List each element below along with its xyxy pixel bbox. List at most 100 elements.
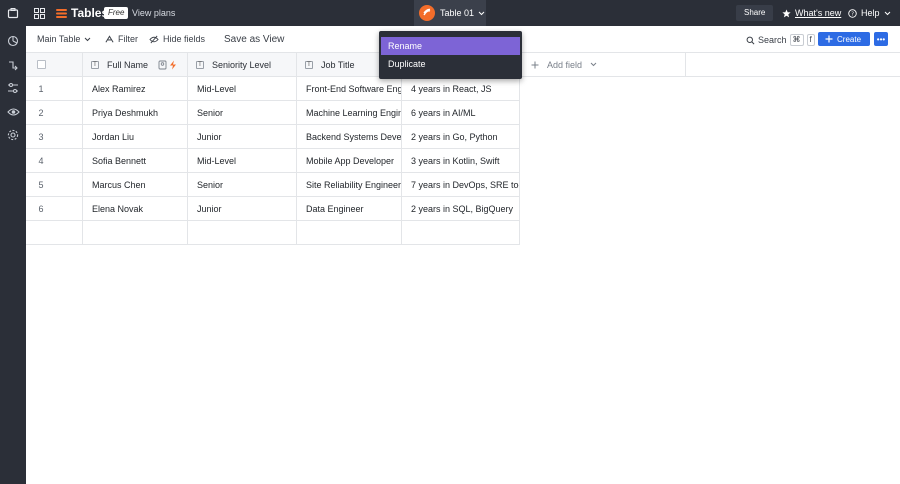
cell-experience[interactable]: 7 years in DevOps, SRE tools [402, 173, 520, 197]
cell-job-title[interactable]: Mobile App Developer [297, 149, 402, 173]
row-number-cell[interactable]: 1 [26, 77, 83, 101]
table-name: Table 01 [440, 8, 475, 18]
cell-experience[interactable]: 4 years in React, JS [402, 77, 520, 101]
help-circle-icon: ? [848, 8, 857, 18]
help-menu[interactable]: ? Help [848, 8, 891, 18]
save-as-view-button[interactable]: Save as View [224, 34, 284, 45]
select-all-checkbox[interactable] [37, 60, 46, 69]
filter-icon [105, 34, 114, 42]
cell-full-name[interactable]: Elena Novak [83, 197, 188, 221]
rename-menu-item[interactable]: Rename [381, 37, 520, 55]
data-grid: T Full Name T Seniority Level T Job Titl… [26, 53, 900, 484]
table-logo-icon [419, 5, 435, 21]
dashboard-icon[interactable] [4, 32, 22, 50]
row-number: 1 [38, 83, 44, 94]
row-number: 5 [38, 179, 44, 190]
cell-full-name[interactable] [83, 221, 188, 245]
row-number: 4 [38, 155, 44, 166]
row-number-cell[interactable]: 2 [26, 101, 83, 125]
settings-gear-icon[interactable] [4, 126, 22, 144]
create-label: Create [837, 34, 862, 44]
shortcut-key: f [806, 34, 815, 46]
view-name: Main Table [37, 34, 81, 44]
column-header-seniority-level[interactable]: T Seniority Level [188, 53, 297, 77]
cell-full-name[interactable]: Marcus Chen [83, 173, 188, 197]
cell-experience[interactable]: 2 years in SQL, BigQuery [402, 197, 520, 221]
top-bar: Tables Free View plans Table 01 Share Wh… [0, 0, 900, 26]
sliders-icon[interactable] [4, 79, 22, 97]
text-field-icon: T [91, 60, 99, 69]
row-number: 2 [38, 107, 44, 118]
table-switcher[interactable]: Table 01 [414, 0, 486, 26]
search-label: Search [758, 35, 787, 45]
cell-seniority-level[interactable]: Mid-Level [188, 77, 297, 101]
view-selector[interactable]: Main Table [37, 34, 91, 44]
bolt-icon [170, 60, 177, 69]
empty-header-area [686, 53, 900, 77]
select-all-header [26, 53, 83, 77]
cell-full-name[interactable]: Jordan Liu [83, 125, 188, 149]
tables-logo-icon [52, 4, 70, 22]
duplicate-menu-item[interactable]: Duplicate [381, 55, 520, 73]
cell-job-title[interactable]: Machine Learning Engineer [297, 101, 402, 125]
cell-seniority-level[interactable]: Mid-Level [188, 149, 297, 173]
search-button[interactable]: Search ⌘ f [746, 34, 815, 46]
eye-icon[interactable] [4, 103, 22, 121]
cell-job-title[interactable]: Site Reliability Engineer [297, 173, 402, 197]
plus-icon [531, 61, 539, 68]
add-field-header[interactable]: Add field [520, 53, 686, 77]
more-dots-icon: ••• [876, 34, 886, 44]
row-number-cell[interactable] [26, 221, 83, 245]
cell-seniority-level[interactable]: Senior [188, 101, 297, 125]
help-label: Help [861, 8, 880, 18]
chevron-down-icon [85, 37, 91, 41]
cell-seniority-level[interactable]: Senior [188, 173, 297, 197]
row-number-cell[interactable]: 5 [26, 173, 83, 197]
cell-seniority-level[interactable]: Junior [188, 125, 297, 149]
chevron-down-icon [590, 62, 597, 67]
text-field-icon: T [196, 60, 204, 69]
plus-icon [825, 35, 833, 43]
home-icon[interactable] [4, 4, 22, 22]
cell-seniority-level[interactable] [188, 221, 297, 245]
cell-experience[interactable]: 2 years in Go, Python [402, 125, 520, 149]
cell-job-title[interactable] [297, 221, 402, 245]
automation-icon[interactable] [4, 56, 22, 74]
column-label: Seniority Level [212, 59, 272, 70]
cell-job-title[interactable]: Backend Systems Developer [297, 125, 402, 149]
column-label: Job Title [321, 59, 355, 70]
view-plans-link[interactable]: View plans [132, 8, 175, 18]
column-label: Full Name [107, 59, 149, 70]
filter-label: Filter [118, 34, 138, 44]
apps-grid-icon[interactable] [30, 4, 48, 22]
cell-full-name[interactable]: Sofia Bennett [83, 149, 188, 173]
whats-new-link[interactable]: What's new [782, 8, 841, 18]
column-header-full-name[interactable]: T Full Name [83, 53, 188, 77]
cell-job-title[interactable]: Data Engineer [297, 197, 402, 221]
row-number: 6 [38, 203, 44, 214]
primary-key-icon [158, 60, 167, 69]
more-options-button[interactable]: ••• [874, 32, 888, 46]
app-title: Tables [71, 6, 109, 20]
cell-seniority-level[interactable]: Junior [188, 197, 297, 221]
share-button[interactable]: Share [736, 5, 774, 21]
row-number-cell[interactable]: 6 [26, 197, 83, 221]
plan-badge: Free [104, 7, 129, 19]
row-number-cell[interactable]: 4 [26, 149, 83, 173]
svg-text:?: ? [851, 11, 854, 17]
row-number: 3 [38, 131, 44, 142]
hide-fields-button[interactable]: Hide fields [149, 34, 205, 44]
cell-experience[interactable]: 3 years in Kotlin, Swift [402, 149, 520, 173]
cell-experience[interactable] [402, 221, 520, 245]
filter-button[interactable]: Filter [105, 34, 138, 44]
cell-experience[interactable]: 6 years in AI/ML [402, 101, 520, 125]
create-button[interactable]: Create [818, 32, 870, 46]
cell-full-name[interactable]: Priya Deshmukh [83, 101, 188, 125]
cell-job-title[interactable]: Front-End Software Engineer [297, 77, 402, 101]
row-number-cell[interactable]: 3 [26, 125, 83, 149]
shortcut-cmd: ⌘ [789, 34, 804, 46]
star-icon [782, 8, 791, 17]
table-context-menu: Rename Duplicate [379, 31, 522, 79]
cell-full-name[interactable]: Alex Ramirez [83, 77, 188, 101]
hide-fields-label: Hide fields [163, 34, 206, 44]
